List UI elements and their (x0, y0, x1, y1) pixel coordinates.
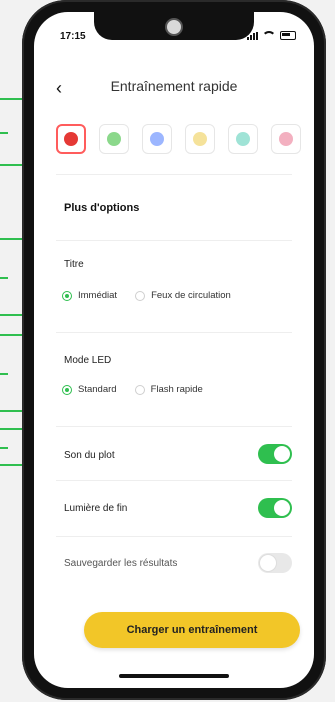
swatch-teal[interactable] (228, 124, 258, 154)
green-dot-icon (107, 132, 121, 146)
toggle-knob (274, 446, 290, 462)
divider (56, 426, 292, 427)
status-icons (247, 31, 296, 40)
section-title: Plus d'options (64, 202, 140, 214)
led-options: Standard Flash rapide (62, 384, 203, 395)
sauvegarder-toggle[interactable] (258, 553, 292, 573)
lumiere-label: Lumière de fin (64, 503, 128, 514)
swatch-yellow[interactable] (185, 124, 215, 154)
wifi-icon (262, 31, 276, 40)
blue-dot-icon (150, 132, 164, 146)
divider (56, 174, 292, 175)
swatch-green[interactable] (99, 124, 129, 154)
radio-flash-label: Flash rapide (150, 384, 203, 395)
signal-icon (247, 31, 258, 40)
pink-dot-icon (279, 132, 293, 146)
battery-icon (280, 31, 296, 40)
radio-selected-icon (62, 290, 72, 301)
divider (56, 240, 292, 241)
titre-label: Titre (64, 259, 84, 270)
son-toggle[interactable] (258, 444, 292, 464)
sauvegarder-label: Sauvegarder les résultats (64, 558, 178, 569)
color-swatch-row (56, 124, 301, 154)
radio-standard[interactable]: Standard (62, 384, 117, 395)
radio-selected-icon (62, 384, 72, 395)
swatch-pink[interactable] (271, 124, 301, 154)
phone-frame: 17:15 ‹ Entraînement rapide Plus d'optio… (22, 0, 326, 700)
radio-immediat-label: Immédiat (78, 290, 118, 301)
swatch-blue[interactable] (142, 124, 172, 154)
led-label: Mode LED (64, 355, 112, 366)
radio-unselected-icon (135, 290, 146, 301)
swatch-red[interactable] (56, 124, 86, 154)
radio-flash[interactable]: Flash rapide (134, 384, 203, 395)
radio-standard-label: Standard (78, 384, 117, 395)
radio-unselected-icon (134, 384, 145, 395)
top-bar: ‹ Entraînement rapide (34, 72, 314, 102)
status-time: 17:15 (60, 31, 86, 42)
app-screen: 17:15 ‹ Entraînement rapide Plus d'optio… (34, 12, 314, 688)
page-title: Entraînement rapide (110, 78, 238, 94)
radio-feux[interactable]: Feux de circulation (135, 290, 231, 301)
son-label: Son du plot (64, 450, 115, 461)
toggle-knob (260, 555, 276, 571)
titre-options: Immédiat Feux de circulation (62, 290, 231, 301)
home-indicator (119, 674, 229, 678)
divider (56, 536, 292, 537)
toggle-knob (274, 500, 290, 516)
lumiere-toggle[interactable] (258, 498, 292, 518)
divider (56, 332, 292, 333)
yellow-dot-icon (193, 132, 207, 146)
camera-icon (165, 18, 183, 36)
divider (56, 480, 292, 481)
charger-entrainement-button[interactable]: Charger un entraînement (84, 612, 300, 648)
radio-feux-label: Feux de circulation (151, 290, 231, 301)
notch (94, 12, 254, 40)
red-dot-icon (64, 132, 78, 146)
radio-immediat[interactable]: Immédiat (62, 290, 117, 301)
teal-dot-icon (236, 132, 250, 146)
